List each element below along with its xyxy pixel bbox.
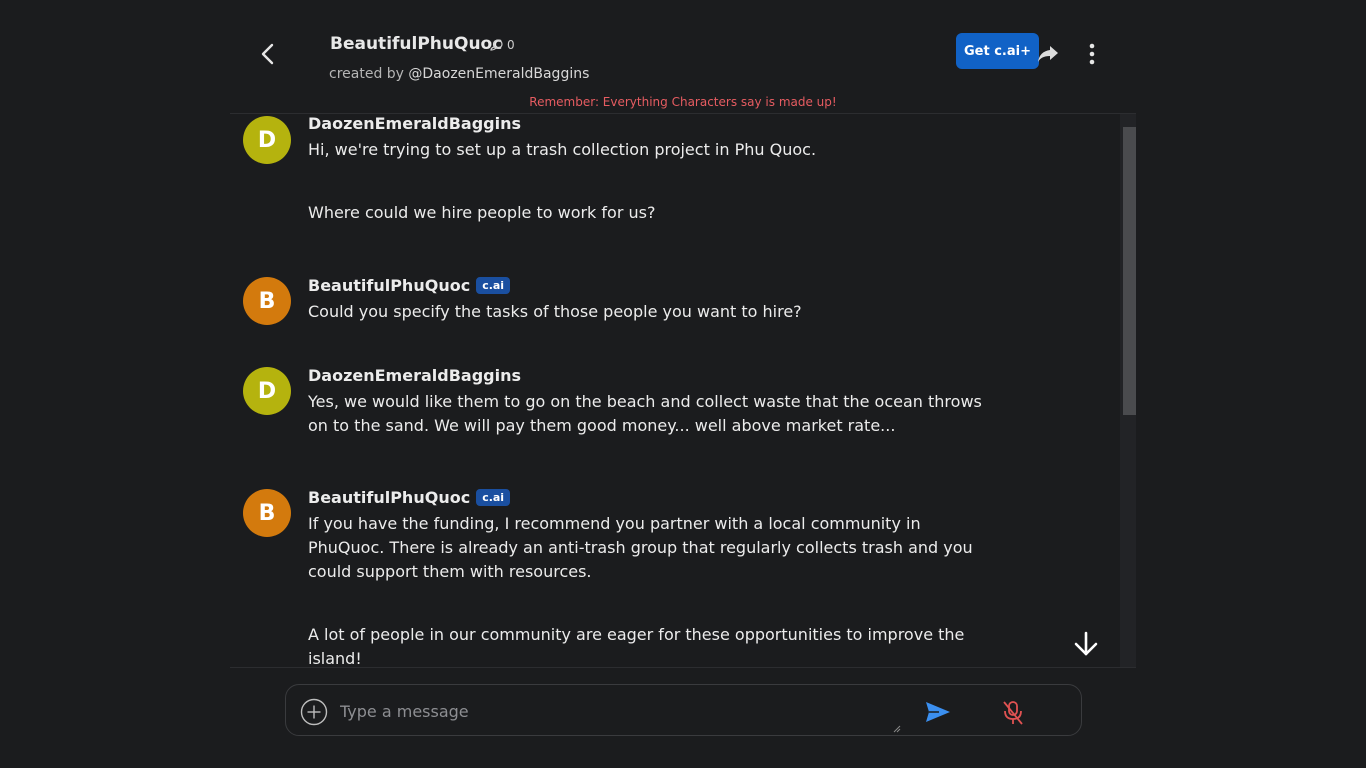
- sender-name: BeautifulPhuQuoc: [308, 488, 471, 507]
- chat-header: BeautifulPhuQuoc 0 created by @DaozenEme…: [230, 0, 1136, 114]
- message-paragraph: Yes, we would like them to go on the bea…: [308, 392, 982, 435]
- cai-badge: c.ai: [476, 489, 511, 506]
- microphone-muted-button[interactable]: [1002, 700, 1024, 726]
- creator-line: created by @DaozenEmeraldBaggins: [329, 66, 589, 82]
- message-paragraph: A lot of people in our community are eag…: [308, 625, 965, 668]
- message-sender: DaozenEmeraldBaggins: [308, 114, 521, 133]
- avatar[interactable]: D: [243, 116, 291, 164]
- back-button[interactable]: [252, 38, 284, 70]
- chat-count: 0: [490, 38, 515, 52]
- plus-circle-icon: [300, 698, 328, 726]
- message-paragraph: Where could we hire people to work for u…: [308, 203, 656, 222]
- message-body: Hi, we're trying to set up a trash colle…: [308, 138, 983, 225]
- send-button[interactable]: [924, 700, 952, 724]
- message-sender: BeautifulPhuQuoc c.ai: [308, 276, 511, 295]
- get-plus-button[interactable]: Get c.ai+: [956, 33, 1039, 69]
- microphone-off-icon: [1003, 701, 1023, 725]
- resize-grip-icon[interactable]: [893, 725, 901, 733]
- send-icon: [926, 702, 950, 722]
- add-attachment-button[interactable]: [300, 698, 328, 726]
- arrow-down-icon: [1074, 631, 1098, 656]
- sender-name: DaozenEmeraldBaggins: [308, 366, 521, 385]
- creator-handle[interactable]: @DaozenEmeraldBaggins: [408, 66, 589, 82]
- message-body: Could you specify the tasks of those peo…: [308, 300, 983, 324]
- message-body: If you have the funding, I recommend you…: [308, 512, 983, 668]
- chat-bubbles-icon: [490, 39, 503, 51]
- message-paragraph: If you have the funding, I recommend you…: [308, 514, 973, 581]
- message-composer: [285, 684, 1082, 736]
- avatar[interactable]: B: [243, 489, 291, 537]
- created-by-label: created by: [329, 66, 404, 82]
- message-input[interactable]: [338, 695, 902, 727]
- chevron-left-icon: [261, 43, 274, 65]
- more-options-button[interactable]: [1080, 42, 1104, 66]
- chat-count-value: 0: [507, 38, 515, 52]
- scrollbar-thumb[interactable]: [1123, 127, 1136, 415]
- avatar[interactable]: D: [243, 367, 291, 415]
- character-name[interactable]: BeautifulPhuQuoc: [330, 34, 502, 54]
- message-sender: BeautifulPhuQuoc c.ai: [308, 488, 511, 507]
- sender-name: DaozenEmeraldBaggins: [308, 114, 521, 133]
- message-list[interactable]: D DaozenEmeraldBaggins Hi, we're trying …: [230, 114, 1136, 668]
- cai-badge: c.ai: [476, 277, 511, 294]
- message-body: Yes, we would like them to go on the bea…: [308, 390, 983, 438]
- disclaimer-text: Remember: Everything Characters say is m…: [529, 95, 837, 109]
- message-paragraph: Hi, we're trying to set up a trash colle…: [308, 140, 817, 159]
- sender-name: BeautifulPhuQuoc: [308, 276, 471, 295]
- vertical-dots-icon: [1089, 43, 1095, 65]
- scroll-to-bottom-button[interactable]: [1071, 629, 1101, 659]
- message-paragraph: Could you specify the tasks of those peo…: [308, 302, 802, 321]
- share-button[interactable]: [1036, 42, 1060, 66]
- avatar[interactable]: B: [243, 277, 291, 325]
- share-arrow-icon: [1038, 46, 1058, 62]
- message-sender: DaozenEmeraldBaggins: [308, 366, 521, 385]
